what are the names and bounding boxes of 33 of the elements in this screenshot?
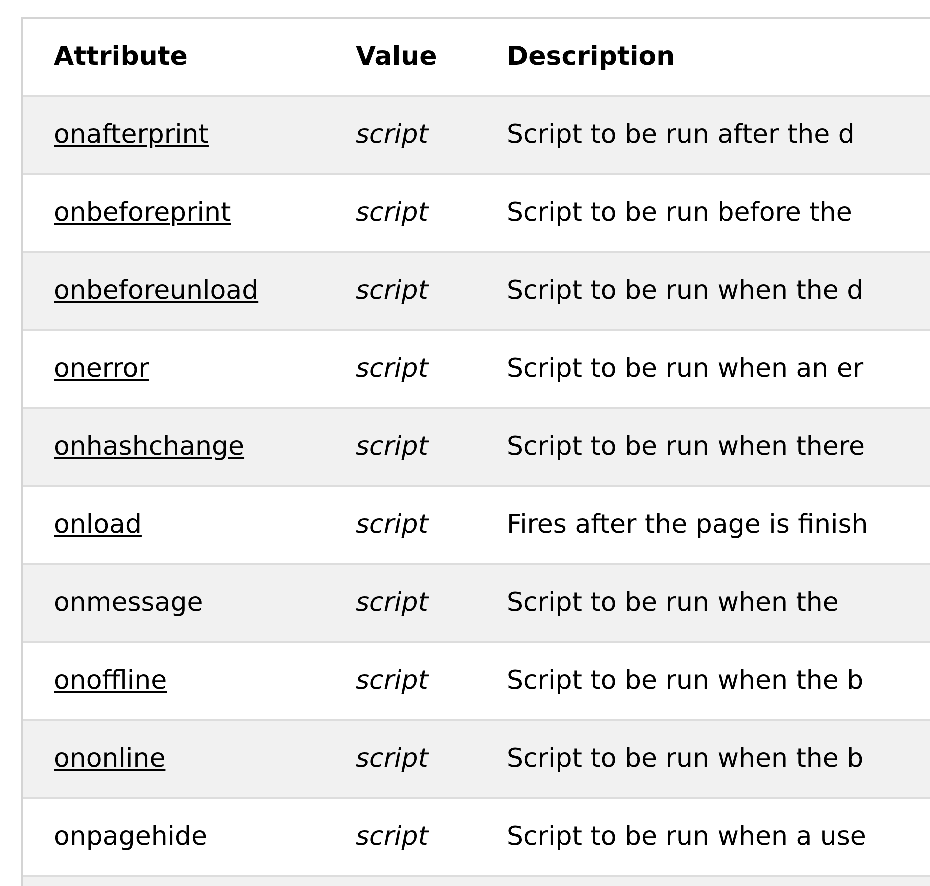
attribute-link[interactable]: onhashchange (54, 432, 245, 462)
value-cell: script (356, 510, 428, 540)
attribute-link[interactable]: onbeforeprint (54, 198, 232, 228)
value-cell: script (356, 276, 428, 306)
column-header: Value (356, 42, 438, 72)
value-cell: script (356, 198, 428, 228)
attribute-link[interactable]: onafterprint (54, 120, 209, 150)
attribute-name: onpagehide (54, 822, 208, 852)
attribute-link[interactable]: onerror (54, 354, 150, 384)
value-cell: script (356, 666, 428, 696)
value-cell: script (356, 432, 428, 462)
description-cell: Script to be run when the d (507, 276, 864, 306)
description-cell: Script to be run when the (507, 588, 839, 618)
attribute-name: onmessage (54, 588, 204, 618)
description-cell: Script to be run after the d (507, 120, 855, 150)
column-header: Description (507, 42, 676, 72)
description-cell: Fires after the page is finish (507, 510, 868, 540)
attribute-link[interactable]: ononline (54, 744, 166, 774)
attribute-link[interactable]: onoffline (54, 666, 168, 696)
value-cell: script (356, 822, 428, 852)
description-cell: Script to be run before the (507, 198, 852, 228)
description-cell: Script to be run when a use (507, 822, 866, 852)
value-cell: script (356, 744, 428, 774)
description-cell: Script to be run when there (507, 432, 865, 462)
description-cell: Script to be run when an er (507, 354, 864, 384)
attribute-link[interactable]: onload (54, 510, 142, 540)
description-cell: Script to be run when the b (507, 666, 864, 696)
column-header: Attribute (54, 42, 188, 72)
value-cell: script (356, 120, 428, 150)
value-cell: script (356, 588, 428, 618)
attribute-link[interactable]: onbeforeunload (54, 276, 259, 306)
description-cell: Script to be run when the b (507, 744, 864, 774)
value-cell: script (356, 354, 428, 384)
